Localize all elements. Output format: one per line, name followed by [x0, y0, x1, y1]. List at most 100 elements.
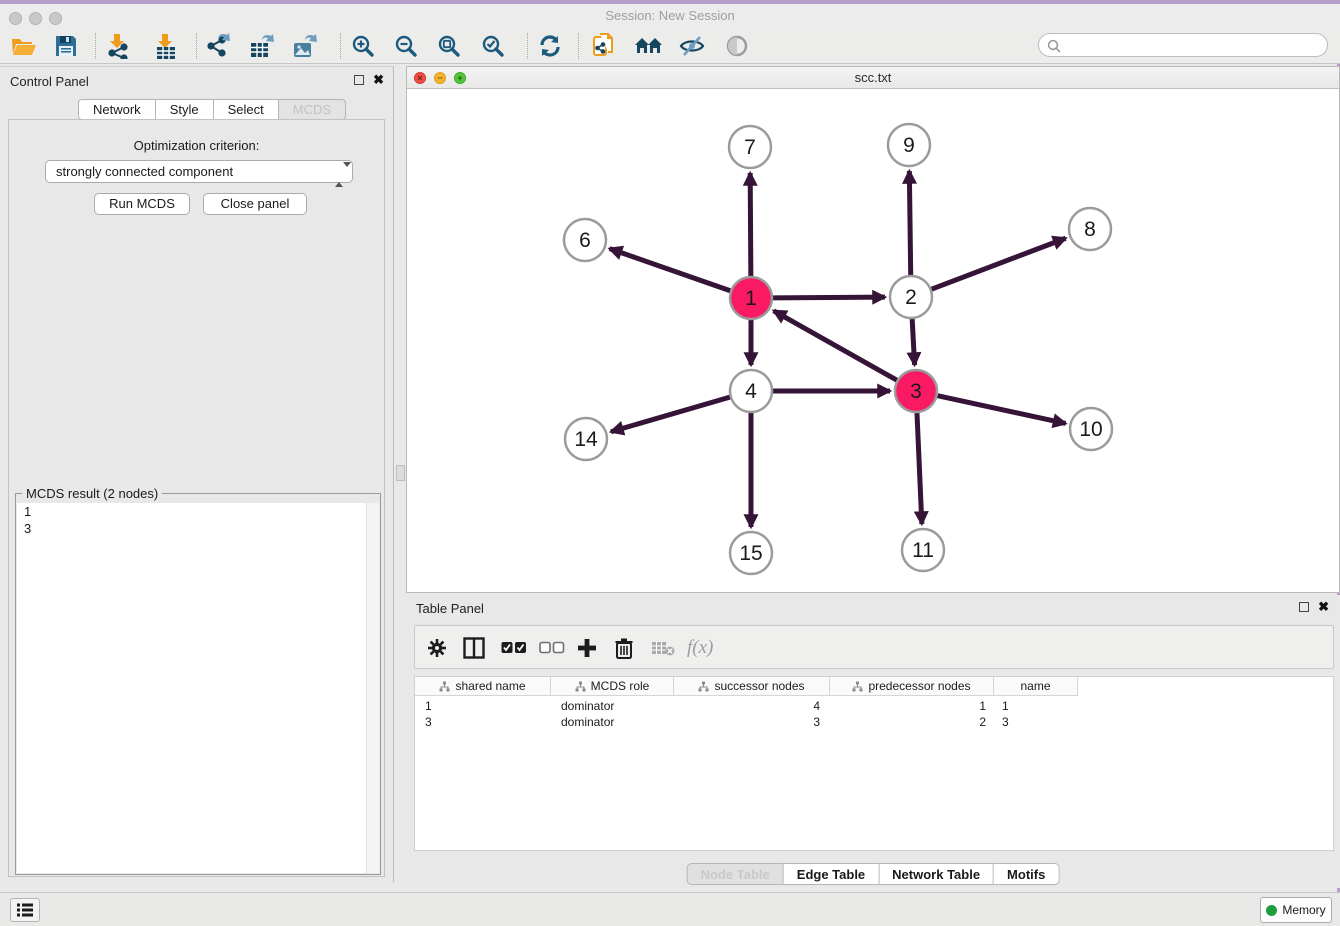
network-canvas[interactable]: 1234678910111415: [407, 89, 1339, 592]
open-folder-icon: [11, 35, 37, 57]
column-header-successor-nodes[interactable]: successor nodes: [674, 677, 830, 696]
graph-edge-2-9[interactable]: [909, 171, 910, 275]
table-toolbar: f(x): [414, 625, 1334, 669]
result-item: 1: [17, 503, 379, 520]
close-panel-icon[interactable]: ✖: [373, 75, 384, 85]
close-panel-icon[interactable]: ✖: [1318, 602, 1329, 612]
import-network-icon: [105, 33, 131, 59]
select-all-icon: [501, 641, 527, 655]
criterion-dropdown[interactable]: strongly connected component: [45, 160, 353, 183]
graph-edge-3-10[interactable]: [937, 396, 1065, 424]
table-row[interactable]: 1 dominator 4 1 1: [415, 698, 1333, 714]
table-row[interactable]: 3 dominator 3 2 3: [415, 714, 1333, 730]
mcds-result-list[interactable]: 1 3: [17, 503, 379, 873]
graph-node-label-4: 4: [745, 380, 757, 403]
vertical-splitter-handle[interactable]: [396, 465, 405, 481]
float-panel-icon[interactable]: [354, 75, 364, 85]
graph-edge-1-2[interactable]: [773, 297, 885, 298]
fx-icon: f(x): [687, 637, 713, 659]
node-table[interactable]: shared name MCDS role successor nodes: [414, 676, 1334, 851]
save-icon: [55, 35, 77, 57]
memory-button[interactable]: Memory: [1260, 897, 1332, 923]
result-scrollbar[interactable]: [366, 503, 379, 873]
bird-eye-view-button[interactable]: [719, 30, 755, 62]
search-box: [1038, 33, 1328, 57]
network-view-window: × − + scc.txt 1234678910111415: [406, 66, 1340, 593]
memory-label: Memory: [1282, 903, 1325, 917]
delete-table-button[interactable]: [651, 634, 675, 662]
cell-shared-name: 3: [425, 714, 432, 730]
zoom-in-button[interactable]: [345, 30, 381, 62]
graph-edge-3-11[interactable]: [917, 413, 922, 524]
open-file-button[interactable]: [6, 30, 42, 62]
table-settings-button[interactable]: [427, 634, 447, 662]
export-network-icon: [206, 33, 232, 59]
network-maximize-button[interactable]: +: [454, 72, 466, 84]
import-table-button[interactable]: [148, 30, 184, 62]
run-mcds-button[interactable]: Run MCDS: [94, 193, 190, 215]
export-image-icon: [292, 33, 318, 59]
app-title: Session: New Session: [0, 4, 1340, 28]
close-panel-button[interactable]: Close panel: [203, 193, 307, 215]
zoom-window-button[interactable]: [49, 12, 62, 25]
zoom-fit-button[interactable]: [431, 30, 467, 62]
graph-edge-1-7[interactable]: [750, 173, 751, 276]
column-header-mcds-role[interactable]: MCDS role: [551, 677, 674, 696]
graph-node-label-7: 7: [744, 136, 756, 159]
graph-node-label-10: 10: [1079, 418, 1102, 441]
tab-motifs[interactable]: Motifs: [994, 863, 1059, 885]
network-window-title: scc.txt: [407, 67, 1339, 88]
gear-icon: [427, 638, 447, 658]
tab-mcds[interactable]: MCDS: [279, 99, 346, 120]
dropdown-stepper-icon: [335, 164, 345, 180]
tab-node-table[interactable]: Node Table: [687, 863, 784, 885]
column-layout-button[interactable]: [463, 634, 485, 662]
network-close-button[interactable]: ×: [414, 72, 426, 84]
trash-icon: [615, 638, 633, 659]
tab-select[interactable]: Select: [214, 99, 279, 120]
home-view-button[interactable]: [631, 30, 667, 62]
function-builder-button[interactable]: f(x): [687, 634, 713, 662]
zoom-out-button[interactable]: [388, 30, 424, 62]
export-network-button[interactable]: [201, 30, 237, 62]
graph-edge-4-14[interactable]: [611, 397, 730, 432]
import-network-button[interactable]: [100, 30, 136, 62]
export-image-button[interactable]: [287, 30, 323, 62]
tab-network[interactable]: Network: [78, 99, 156, 120]
tab-style[interactable]: Style: [156, 99, 214, 120]
hide-graphics-details-button[interactable]: [674, 30, 710, 62]
deselect-all-button[interactable]: [539, 634, 565, 662]
refresh-view-button[interactable]: [532, 30, 568, 62]
task-history-button[interactable]: [10, 898, 40, 922]
add-column-button[interactable]: [577, 634, 597, 662]
export-table-icon: [249, 33, 275, 59]
column-header-predecessor-nodes[interactable]: predecessor nodes: [830, 677, 994, 696]
column-header-name[interactable]: name: [994, 677, 1078, 696]
delete-column-button[interactable]: [615, 634, 633, 662]
search-input[interactable]: [1067, 36, 1319, 54]
zoom-selected-button[interactable]: [475, 30, 511, 62]
graph-edge-3-1[interactable]: [774, 311, 897, 380]
graph-edge-2-3[interactable]: [912, 319, 914, 365]
network-minimize-button[interactable]: −: [434, 72, 446, 84]
column-namespace-icon: [439, 681, 450, 692]
column-namespace-icon: [852, 681, 863, 692]
graph-edge-1-6[interactable]: [610, 249, 731, 291]
tab-network-table[interactable]: Network Table: [879, 863, 994, 885]
refresh-icon: [538, 34, 562, 58]
criterion-value: strongly connected component: [56, 164, 233, 179]
cell-mcds-role: dominator: [561, 714, 614, 730]
cell-name: 3: [1002, 714, 1009, 730]
graph-edge-2-8[interactable]: [932, 238, 1066, 289]
toolbar-separator: [95, 33, 96, 59]
zoom-fit-icon: [437, 34, 461, 58]
column-header-shared-name[interactable]: shared name: [415, 677, 551, 696]
tab-edge-table[interactable]: Edge Table: [784, 863, 879, 885]
export-table-button[interactable]: [244, 30, 280, 62]
save-session-button[interactable]: [48, 30, 84, 62]
select-all-button[interactable]: [501, 634, 527, 662]
close-window-button[interactable]: [9, 12, 22, 25]
float-panel-icon[interactable]: [1299, 602, 1309, 612]
clone-network-button[interactable]: [587, 30, 623, 62]
minimize-window-button[interactable]: [29, 12, 42, 25]
